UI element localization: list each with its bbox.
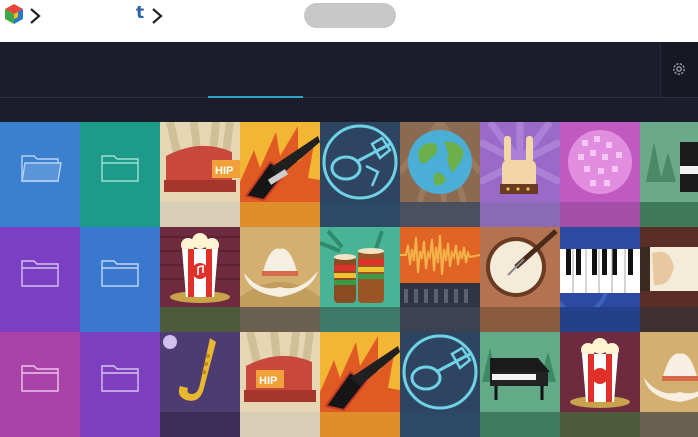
keyboard-artwork[interactable] <box>560 227 640 332</box>
hip-hop-cap-artwork[interactable]: HIP <box>240 332 320 437</box>
cowboy-hat-artwork[interactable] <box>240 227 320 332</box>
guitar-hand-artwork[interactable] <box>640 227 698 332</box>
settings-button[interactable] <box>660 42 698 97</box>
acoustic-guitar-artwork[interactable] <box>320 122 400 227</box>
folder-icon <box>21 365 59 392</box>
folder-tile[interactable] <box>0 122 80 227</box>
piano-artwork[interactable] <box>640 122 698 227</box>
folder-tile[interactable] <box>80 227 160 332</box>
folder-tile[interactable] <box>0 227 80 332</box>
folder-icon <box>101 365 139 392</box>
grand-piano-artwork[interactable] <box>480 332 560 437</box>
electric-guitar-artwork[interactable] <box>240 122 320 227</box>
popcorn-artwork[interactable] <box>560 332 640 437</box>
folder-tile[interactable] <box>0 332 80 437</box>
gear-icon <box>673 63 685 75</box>
active-tab-indicator <box>208 96 303 98</box>
chevron-right-icon[interactable] <box>150 6 164 26</box>
electric-guitar-artwork[interactable] <box>320 332 400 437</box>
disco-ball-artwork[interactable] <box>560 122 640 227</box>
popcorn-artwork[interactable] <box>160 227 240 332</box>
folder-icon <box>101 260 139 287</box>
waveform-artwork[interactable] <box>400 227 480 332</box>
bongo-drums-artwork[interactable] <box>320 227 400 332</box>
tab-bar <box>0 97 698 122</box>
address-pill[interactable] <box>304 3 396 28</box>
hip-label: HIP <box>259 375 277 387</box>
app-header <box>0 42 698 97</box>
world-globe-artwork[interactable] <box>400 122 480 227</box>
rock-hand-artwork[interactable] <box>480 122 560 227</box>
hip-hop-cap-artwork[interactable]: HIP <box>160 122 240 227</box>
folder-icon <box>21 260 59 287</box>
t-app-icon[interactable]: t <box>136 2 144 24</box>
folder-tile[interactable] <box>80 122 160 227</box>
cowboy-hat-artwork[interactable] <box>640 332 698 437</box>
saxophone-artwork[interactable] <box>160 332 240 437</box>
banjo-artwork[interactable] <box>480 227 560 332</box>
folder-open-icon <box>21 155 62 182</box>
library-grid: HIP HIP <box>0 122 698 437</box>
folder-icon <box>101 155 139 182</box>
top-bar: t <box>0 0 698 42</box>
chevron-right-icon[interactable] <box>28 6 42 26</box>
acoustic-guitar-artwork[interactable] <box>400 332 480 437</box>
folder-tile[interactable] <box>80 332 160 437</box>
hip-label: HIP <box>215 165 233 177</box>
app-logo-icon[interactable] <box>4 3 24 25</box>
